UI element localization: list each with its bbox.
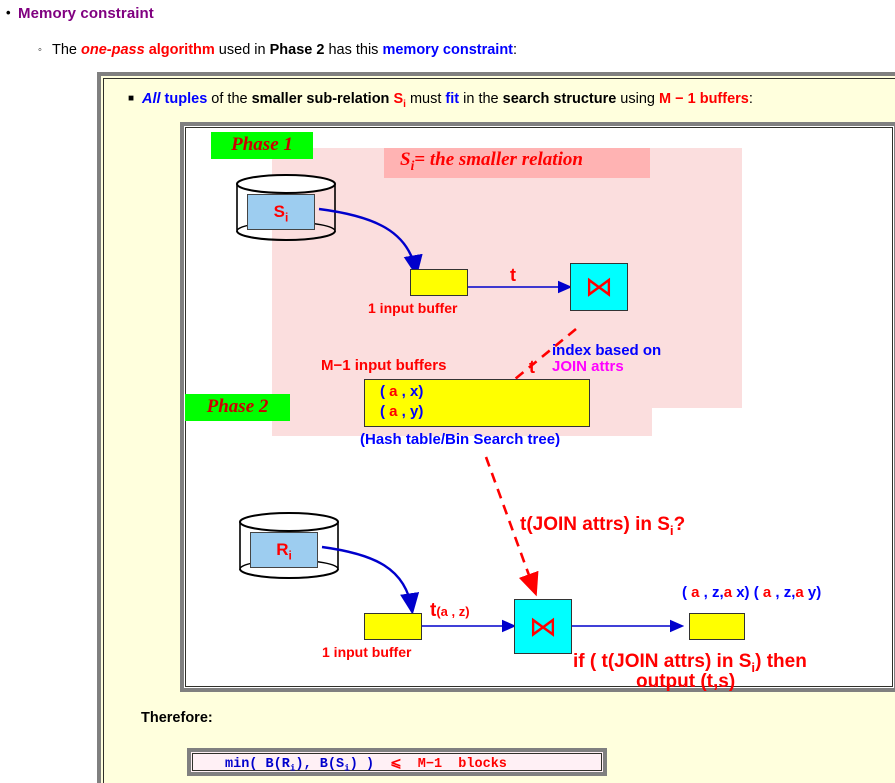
text-colon: : — [513, 42, 518, 58]
text-memory-constraint: memory constraint — [382, 42, 514, 58]
text-tuples: tuples — [160, 91, 208, 107]
bullet-all-tuples-sentence: ■ All tuples of the smaller sub-relation … — [128, 91, 753, 110]
t-label-top: t — [510, 265, 516, 285]
formula-box: min( B(Ri), B(Si) ) ⩽ M−1 blocks — [187, 748, 607, 776]
output-tuples: ( a , z,a x) ( a , z,a y) — [682, 584, 822, 601]
bullet-level1-label: Memory constraint — [18, 5, 154, 22]
memory-constraint-formula: min( B(Ri), B(Si) ) ⩽ M−1 blocks — [225, 757, 507, 774]
text-si: Si — [393, 91, 406, 110]
tuple-ay: ( a , y) — [380, 403, 424, 420]
phase2-label: Phase 2 — [185, 394, 290, 421]
hash-table-caption: (Hash table/Bin Search tree) — [360, 431, 561, 448]
block-si: Si — [247, 194, 315, 230]
text-algorithm: algorithm — [144, 42, 215, 58]
input-buffer-top — [410, 269, 468, 296]
tuple-ax: ( a , x) — [380, 383, 424, 400]
phase1-label: Phase 1 — [211, 132, 313, 159]
bullet-one-pass-sentence: ◦ The one-pass algorithm used in Phase 2 … — [38, 42, 517, 58]
text-colon3: : — [748, 91, 753, 107]
text-in-the: in the — [459, 91, 503, 107]
arrow-ri-to-buffer — [321, 545, 420, 615]
text-fit: fit — [445, 91, 460, 107]
diagram-canvas: Si= the smaller relation Phase 1 Phase 2 — [184, 126, 894, 692]
block-ri: Ri — [250, 532, 318, 568]
input-buffer-bottom — [364, 613, 422, 640]
bullet-memory-constraint: • Memory constraint — [6, 5, 154, 22]
text-one-pass: one-pass — [81, 42, 145, 58]
t-az-label: t(a , z) — [430, 600, 470, 621]
input-buffer-top-label: 1 input buffer — [368, 300, 458, 316]
text-smaller-sub-relation: smaller sub-relation — [251, 91, 390, 107]
join-symbol-icon-top: ⋈ — [585, 270, 613, 303]
text-used-in: used in — [214, 42, 270, 58]
text-phase2: Phase 2 — [269, 42, 325, 58]
t-label-mid: t — [529, 357, 535, 377]
text-must: must — [405, 91, 446, 107]
text-m1-buffers: M − 1 buffers — [659, 91, 749, 107]
text-all: All — [142, 91, 161, 107]
text-has-this: has this — [324, 42, 383, 58]
text-using: using — [616, 91, 660, 107]
bullet-disc-icon: • — [6, 5, 11, 20]
m1-input-buffers-label: M−1 input buffers — [321, 357, 447, 374]
join-symbol-icon-bottom: ⋈ — [529, 610, 557, 643]
output-buffer — [689, 613, 745, 640]
text-search-structure: search structure — [502, 91, 617, 107]
question-label: t(JOIN attrs) in Si? — [520, 514, 686, 538]
text-the: The — [52, 42, 82, 58]
join-algorithm-diagram: Si= the smaller relation Phase 1 Phase 2 — [180, 122, 895, 692]
input-buffer-bottom-label: 1 input buffer — [322, 644, 412, 660]
join-attrs-label: JOIN attrs — [552, 358, 624, 375]
text-of-the: of the — [207, 91, 252, 107]
page-root: • Memory constraint ◦ The one-pass algorit… — [0, 0, 895, 783]
bullet-square-icon: ■ — [128, 93, 135, 104]
relation-caption: Si= the smaller relation — [400, 149, 583, 173]
content-panel: ■ All tuples of the smaller sub-relation … — [97, 72, 895, 783]
bullet-circle-icon: ◦ — [38, 44, 42, 56]
if-condition-line2: output (t,s) — [636, 671, 736, 692]
index-based-on-label: index based on — [552, 342, 662, 359]
therefore-label: Therefore: — [141, 710, 213, 726]
